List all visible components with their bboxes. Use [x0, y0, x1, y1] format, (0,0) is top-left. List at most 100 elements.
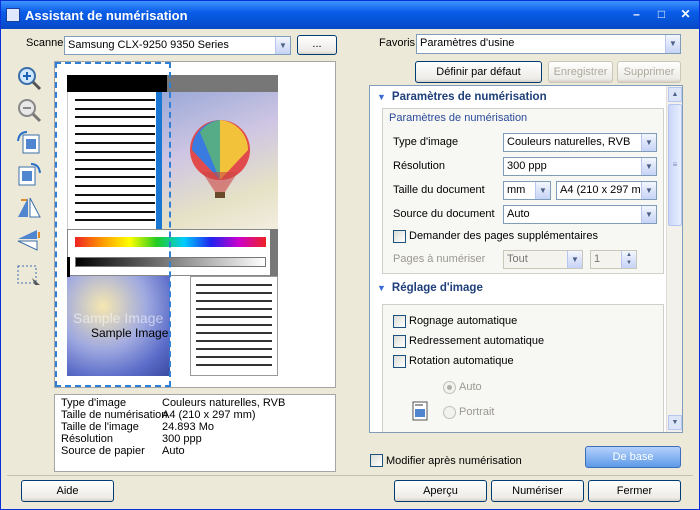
text-line-decoration: [196, 348, 272, 350]
preview-button[interactable]: Aperçu: [394, 480, 487, 502]
scan-params-group-title: Paramètres de numérisation: [389, 112, 528, 124]
info-value: 24.893 Mo: [162, 421, 214, 433]
close-button[interactable]: Fermer: [588, 480, 681, 502]
scan-assistant-window: Assistant de numérisation – □ ✕ Scanner …: [0, 0, 700, 510]
info-label: Type d'image: [61, 397, 127, 409]
help-button[interactable]: Aide: [21, 480, 114, 502]
selection-frame[interactable]: [55, 62, 171, 387]
image-type-select[interactable]: Couleurs naturelles, RVB ▼: [503, 133, 657, 152]
pages-value: Tout: [507, 253, 528, 265]
chevron-down-icon: ▼: [641, 158, 656, 175]
text-line-decoration: [75, 202, 155, 205]
close-icon[interactable]: ✕: [677, 7, 694, 23]
orientation-preview-icon: [412, 401, 428, 421]
text-line-decoration: [196, 324, 272, 326]
text-line-decoration: [75, 150, 155, 153]
resolution-value: 300 ppp: [507, 160, 547, 172]
settings-scrollbar[interactable]: ▲ ≡ ▼: [666, 86, 682, 432]
doc-size-unit-value: mm: [507, 184, 526, 196]
scan-params-header[interactable]: ▼ Paramètres de numérisation: [377, 91, 547, 103]
window-title: Assistant de numérisation: [25, 8, 188, 23]
text-line-decoration: [196, 364, 272, 366]
orientation-portrait-radio[interactable]: [443, 406, 456, 419]
zoom-out-icon[interactable]: [15, 97, 43, 123]
doc-size-label: Taille du document: [393, 184, 485, 196]
extra-pages-checkbox[interactable]: [393, 230, 406, 243]
auto-rotate-checkbox[interactable]: [393, 355, 406, 368]
text-line-decoration: [196, 292, 272, 294]
doc-size-select[interactable]: A4 (210 x 297 mm) ▼: [556, 181, 657, 200]
info-value: 300 ppp: [162, 433, 202, 445]
select-area-icon[interactable]: [15, 263, 43, 289]
favoris-label: Favoris: [379, 37, 416, 49]
chevron-down-icon: ▼: [641, 206, 656, 223]
info-label: Source de papier: [61, 445, 145, 457]
modify-after-checkbox[interactable]: [370, 454, 383, 467]
image-type-label: Type d'image: [393, 136, 459, 148]
footer-divider: [7, 475, 693, 476]
flip-vertical-icon[interactable]: [15, 227, 43, 253]
chevron-down-icon: ▼: [535, 182, 550, 199]
info-label: Taille de l'image: [61, 421, 139, 433]
doc-source-select[interactable]: Auto ▼: [503, 205, 657, 224]
set-default-button[interactable]: Définir par défaut: [415, 61, 542, 83]
scan-button[interactable]: Numériser: [491, 480, 584, 502]
zoom-in-icon[interactable]: [15, 65, 43, 91]
rotate-left-icon[interactable]: [15, 129, 43, 155]
scan-preview[interactable]: Sample Image Sample Image: [54, 61, 336, 388]
orientation-portrait-label: Portrait: [459, 406, 495, 418]
text-line-decoration: [196, 308, 272, 310]
scan-params-group: Paramètres de numérisation Type d'image …: [382, 108, 664, 274]
image-adjust-header[interactable]: ▼ Réglage d'image: [377, 282, 483, 294]
orientation-auto-label: Auto: [459, 381, 482, 393]
flip-horizontal-icon[interactable]: [15, 195, 43, 221]
save-button[interactable]: Enregistrer: [548, 61, 613, 83]
image-adjust-title: Réglage d'image: [391, 282, 483, 294]
preview-text-block-2: [190, 276, 278, 376]
info-value: A4 (210 x 297 mm): [162, 409, 256, 421]
auto-rotate-label: Rotation automatique: [409, 355, 514, 367]
extra-pages-label: Demander des pages supplémentaires: [409, 230, 598, 242]
delete-button[interactable]: Supprimer: [617, 61, 681, 83]
rotate-right-icon[interactable]: [15, 161, 43, 187]
chevron-down-icon: ▼: [641, 134, 656, 151]
scroll-down-icon[interactable]: ▼: [668, 415, 682, 430]
pages-select[interactable]: Tout ▼: [503, 250, 583, 269]
scan-params-title: Paramètres de numérisation: [391, 91, 547, 103]
text-line-decoration: [75, 124, 155, 127]
scroll-thumb[interactable]: ≡: [668, 104, 682, 226]
auto-crop-checkbox[interactable]: [393, 315, 406, 328]
chevron-down-icon: ▼: [641, 182, 656, 199]
preview-gray-band: [167, 75, 278, 92]
text-line-decoration: [75, 219, 155, 222]
doc-source-value: Auto: [507, 208, 530, 220]
scanner-select[interactable]: Samsung CLX-9250 9350 Series ▼: [64, 36, 291, 55]
text-line-decoration: [75, 176, 155, 179]
info-label: Taille de numérisation: [61, 409, 168, 421]
auto-straighten-checkbox[interactable]: [393, 335, 406, 348]
resolution-label: Résolution: [393, 160, 445, 172]
scanner-label: Scanner: [26, 37, 67, 49]
maximize-icon[interactable]: □: [653, 7, 670, 23]
text-line-decoration: [196, 284, 272, 286]
text-line-decoration: [75, 99, 155, 101]
text-line-decoration: [196, 316, 272, 318]
text-line-decoration: [75, 210, 155, 213]
minimize-icon[interactable]: –: [628, 7, 645, 23]
pages-label: Pages à numériser: [393, 253, 486, 265]
basic-mode-button[interactable]: De base: [585, 446, 681, 468]
scan-info-panel: Type d'image Couleurs naturelles, RVB Tail…: [54, 394, 336, 472]
text-line-decoration: [196, 300, 272, 302]
app-icon: [6, 8, 20, 22]
text-line-decoration: [75, 167, 155, 170]
browse-scanner-button[interactable]: ...: [297, 35, 337, 55]
doc-size-unit-select[interactable]: mm ▼: [503, 181, 551, 200]
favoris-select[interactable]: Paramètres d'usine ▼: [416, 34, 681, 54]
doc-source-label: Source du document: [393, 208, 495, 220]
scanner-value: Samsung CLX-9250 9350 Series: [68, 39, 229, 51]
pages-count-spinner[interactable]: 1 ▲ ▼: [590, 250, 637, 269]
orientation-auto-radio[interactable]: [443, 381, 456, 394]
resolution-select[interactable]: 300 ppp ▼: [503, 157, 657, 176]
text-line-decoration: [196, 332, 272, 334]
scroll-up-icon[interactable]: ▲: [668, 87, 682, 102]
